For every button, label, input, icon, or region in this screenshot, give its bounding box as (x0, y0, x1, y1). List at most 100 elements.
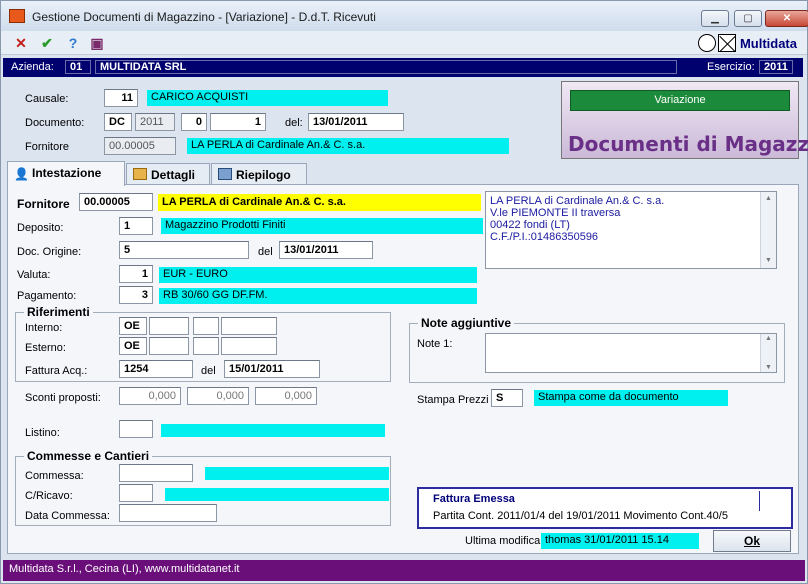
sconto-1-input[interactable]: 0,000 (119, 387, 181, 405)
maximize-button[interactable]: ▢ (734, 10, 762, 27)
address-scrollbar[interactable] (760, 192, 776, 268)
doc-year-input[interactable]: 2011 (135, 113, 175, 131)
deposito-label: Deposito: (17, 222, 64, 234)
azienda-label: Azienda: (11, 61, 54, 73)
minimize-button[interactable]: ▁ (701, 10, 729, 27)
cricavo-desc (165, 488, 389, 501)
confirm-icon[interactable]: ✔ (39, 35, 55, 51)
note1-label: Note 1: (417, 338, 453, 350)
tab-riepilogo[interactable]: Riepilogo (211, 163, 307, 185)
listino-label: Listino: (25, 427, 60, 439)
interno-label: Interno: (25, 322, 63, 334)
fornitore-address: LA PERLA di Cardinale An.& C. s.a. V.le … (485, 191, 777, 269)
doc-origine-input[interactable]: 5 (119, 241, 249, 259)
title-bar: Gestione Documenti di Magazzino - [Varia… (1, 1, 808, 31)
tab-intestazione[interactable]: 👤 Intestazione (7, 161, 125, 186)
pagamento-code-input[interactable]: 3 (119, 286, 153, 304)
esterno-field-2[interactable] (149, 337, 189, 355)
commessa-label: Commessa: (25, 470, 84, 482)
sconti-label: Sconti proposti: (25, 392, 101, 404)
commessa-input[interactable] (119, 464, 193, 482)
ok-button[interactable]: Ok (713, 530, 791, 552)
azienda-name: MULTIDATA SRL (95, 60, 677, 74)
stampa-prezzi-input[interactable]: S (491, 389, 523, 407)
summary-icon (218, 168, 232, 180)
causale-label: Causale: (25, 93, 69, 105)
fornitore-code-input[interactable]: 00.00005 (79, 193, 153, 211)
commesse-title: Commesse e Cantieri (24, 449, 153, 463)
deposito-code-input[interactable]: 1 (119, 217, 153, 235)
sconto-3-input[interactable]: 0,000 (255, 387, 317, 405)
interno-field-3[interactable] (193, 317, 219, 335)
valuta-label: Valuta: (17, 269, 51, 281)
cricavo-label: C/Ricavo: (25, 490, 73, 502)
documento-label: Documento: (25, 117, 85, 129)
cancel-icon[interactable]: ✕ (13, 35, 29, 51)
book-icon[interactable]: ▣ (89, 35, 105, 51)
interno-field-2[interactable] (149, 317, 189, 335)
doc-date-input[interactable]: 13/01/2011 (308, 113, 404, 131)
toolbar: ✕ ✔ ? ▣ Multidata (1, 31, 807, 55)
doc-del-label: del: (285, 117, 303, 129)
close-button[interactable]: ✕ (765, 10, 808, 27)
valuta-desc: EUR - EURO (159, 267, 477, 283)
window-title: Gestione Documenti di Magazzino - [Varia… (32, 10, 376, 24)
riferimenti-title: Riferimenti (24, 305, 93, 319)
doc-origine-date-input[interactable]: 13/01/2011 (279, 241, 373, 259)
fornitore-header-code[interactable]: 00.00005 (104, 137, 176, 155)
fattura-acq-del-label: del (201, 365, 216, 377)
tab-intestazione-label: Intestazione (32, 166, 102, 180)
circle-icon (697, 34, 716, 52)
variazione-button[interactable]: Variazione (570, 90, 790, 111)
fornitore-header-label: Fornitore (25, 141, 70, 153)
doc-serie-input[interactable]: 0 (181, 113, 207, 131)
commessa-desc (205, 467, 389, 480)
note-title: Note aggiuntive (418, 316, 515, 330)
sconto-2-input[interactable]: 0,000 (187, 387, 249, 405)
user-icon: 👤 (14, 167, 29, 181)
stampa-prezzi-desc: Stampa come da documento (534, 390, 728, 406)
valuta-code-input[interactable]: 1 (119, 265, 153, 283)
pagamento-desc: RB 30/60 GG DF.FM. (159, 288, 477, 304)
doc-number-input[interactable]: 1 (210, 113, 266, 131)
interno-code-input[interactable]: OE (119, 317, 147, 335)
address-line: 00422 fondi (LT) (490, 219, 570, 231)
address-line: V.le PIEMONTE II traversa (490, 207, 621, 219)
tab-dettagli[interactable]: Dettagli (126, 163, 210, 185)
fattura-acq-number-input[interactable]: 1254 (119, 360, 193, 378)
help-icon[interactable]: ? (65, 35, 81, 51)
stampa-prezzi-label: Stampa Prezzi (417, 394, 489, 406)
details-icon (133, 168, 147, 180)
note1-textarea[interactable] (485, 333, 777, 373)
mode-banner: Variazione Documenti di Magazzino (561, 81, 808, 159)
fornitore-label: Fornitore (17, 197, 70, 211)
banner-title: Documenti di Magazzino (568, 132, 808, 156)
esterno-field-3[interactable] (193, 337, 219, 355)
note-scrollbar[interactable] (760, 334, 776, 372)
causale-code-input[interactable]: 11 (104, 89, 138, 107)
fornitore-header-desc: LA PERLA di Cardinale An.& C. s.a. (187, 138, 509, 154)
cricavo-input[interactable] (119, 484, 153, 502)
fattura-emessa-title: Fattura Emessa (433, 493, 515, 505)
listino-code-input[interactable] (119, 420, 153, 438)
data-commessa-label: Data Commessa: (25, 510, 110, 522)
tab-dettagli-label: Dettagli (151, 168, 196, 182)
fattura-emessa-details: Partita Cont. 2011/01/4 del 19/01/2011 M… (433, 510, 728, 522)
deposito-desc: Magazzino Prodotti Finiti (161, 218, 483, 234)
fattura-acq-date-input[interactable]: 15/01/2011 (224, 360, 320, 378)
pagamento-label: Pagamento: (17, 290, 77, 302)
fattura-emessa-box: Fattura Emessa Partita Cont. 2011/01/4 d… (417, 487, 793, 529)
status-bar: Multidata S.r.l., Cecina (LI), www.multi… (3, 560, 805, 581)
logo-text: Multidata (739, 35, 797, 51)
azienda-code: 01 (65, 60, 91, 74)
data-commessa-input[interactable] (119, 504, 217, 522)
esterno-code-input[interactable]: OE (119, 337, 147, 355)
doc-type-input[interactable]: DC (104, 113, 132, 131)
esterno-field-4[interactable] (221, 337, 277, 355)
esercizio-value: 2011 (759, 60, 793, 74)
tab-riepilogo-label: Riepilogo (236, 168, 291, 182)
interno-field-4[interactable] (221, 317, 277, 335)
address-line: LA PERLA di Cardinale An.& C. s.a. (490, 195, 665, 207)
doc-origine-del-label: del (258, 246, 273, 258)
fornitore-name: LA PERLA di Cardinale An.& C. s.a. (158, 194, 481, 211)
